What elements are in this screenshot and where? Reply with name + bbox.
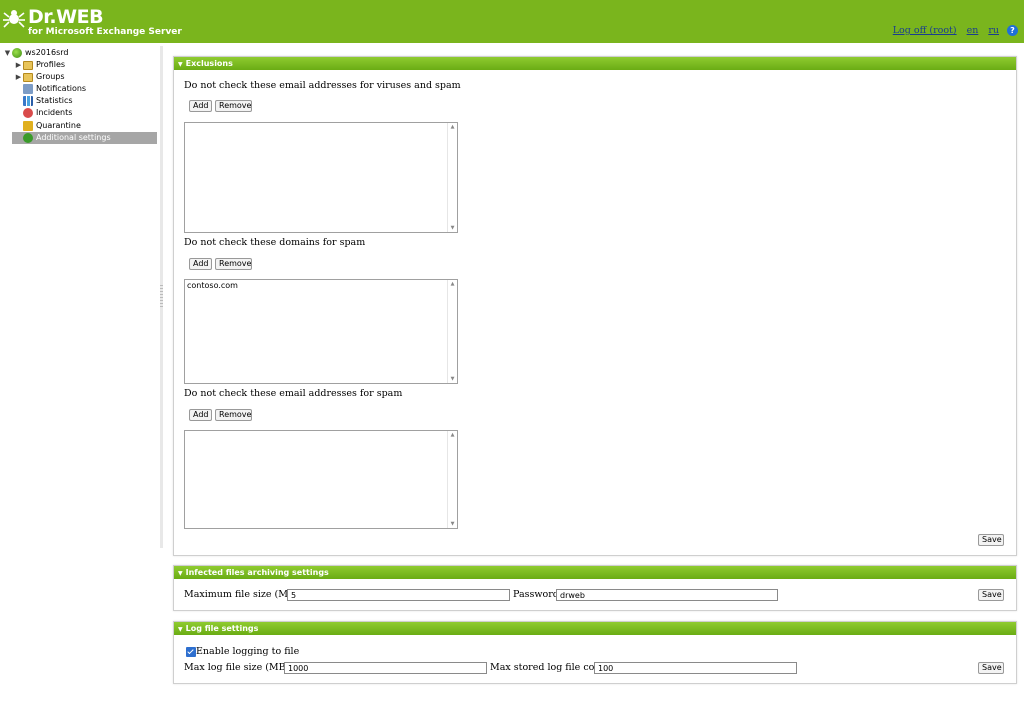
tree-item-additional-settings[interactable]: Additional settings	[12, 132, 157, 144]
save-button[interactable]: Save	[978, 662, 1004, 674]
incidents-icon	[23, 108, 33, 118]
collapse-icon[interactable]: ▼	[178, 626, 183, 633]
scroll-down-icon[interactable]: ▼	[448, 521, 457, 527]
tree-item-label: Groups	[36, 72, 65, 81]
scrollbar[interactable]: ▲ ▼	[447, 431, 457, 528]
tree-item-incidents[interactable]: Incidents	[23, 107, 72, 119]
archiving-panel: ▼ Infected files archiving settings Maxim…	[173, 565, 1017, 611]
scrollbar[interactable]: ▲ ▼	[447, 280, 457, 383]
scroll-up-icon[interactable]: ▲	[448, 432, 457, 438]
domain-exclusion-list[interactable]: contoso.com ▲ ▼	[184, 279, 458, 384]
section-label: Do not check these domains for spam	[184, 237, 366, 248]
app-header: Dr.WEB for Microsoft Exchange Server Log…	[0, 0, 1024, 43]
tree-item-statistics[interactable]: Statistics	[23, 95, 73, 107]
log-file-panel: ▼ Log file settings Enable logging to fil…	[173, 621, 1017, 684]
scrollbar[interactable]: ▲ ▼	[447, 123, 457, 232]
tree-item-label: Statistics	[36, 96, 73, 105]
add-button[interactable]: Add	[189, 409, 212, 421]
remove-button[interactable]: Remove	[215, 100, 252, 112]
list-item[interactable]: contoso.com	[187, 281, 455, 290]
header-links: Log off (root) en ru ?	[883, 25, 1018, 36]
panel-title: Infected files archiving settings	[185, 568, 329, 577]
max-log-count-input[interactable]	[594, 662, 797, 674]
scroll-down-icon[interactable]: ▼	[448, 376, 457, 382]
help-icon[interactable]: ?	[1007, 25, 1018, 36]
scroll-down-icon[interactable]: ▼	[448, 225, 457, 231]
panel-header[interactable]: ▼ Log file settings	[174, 622, 1016, 635]
remove-button[interactable]: Remove	[215, 258, 252, 270]
collapse-icon[interactable]: ▼	[178, 570, 183, 577]
folder-icon	[23, 72, 33, 82]
lang-en-link[interactable]: en	[967, 25, 979, 36]
spider-logo-icon	[3, 10, 25, 28]
tree-item-label: Quarantine	[36, 121, 81, 130]
max-file-size-input[interactable]	[287, 589, 510, 601]
password-label: Password:	[513, 589, 563, 600]
logo-text: Dr.WEB	[28, 6, 104, 28]
tree-item-notifications[interactable]: Notifications	[23, 83, 86, 95]
expand-arrow-icon[interactable]: ▶	[14, 71, 23, 83]
exclusions-panel: ▼ Exclusions Do not check these email add…	[173, 56, 1017, 556]
server-icon	[12, 48, 22, 58]
lang-ru-link[interactable]: ru	[988, 25, 999, 36]
settings-icon	[23, 133, 33, 143]
save-button[interactable]: Save	[978, 534, 1004, 546]
tree-root[interactable]: ▼ ws2016srd	[3, 47, 68, 59]
panel-title: Log file settings	[185, 624, 259, 633]
remove-button[interactable]: Remove	[215, 409, 252, 421]
tree-item-profiles[interactable]: ▶ Profiles	[14, 59, 65, 71]
panel-title: Exclusions	[185, 59, 233, 68]
statistics-icon	[23, 96, 33, 106]
tree-root-label: ws2016srd	[25, 48, 69, 57]
section-label: Do not check these email addresses for s…	[184, 388, 403, 399]
navigation-tree: ▼ ws2016srd ▶ Profiles ▶ Groups Notifica…	[0, 43, 160, 548]
enable-logging-label: Enable logging to file	[196, 646, 300, 657]
folder-icon	[23, 60, 33, 70]
logo-subtitle: for Microsoft Exchange Server	[28, 27, 182, 37]
max-log-size-input[interactable]	[284, 662, 487, 674]
section-label: Do not check these email addresses for v…	[184, 80, 461, 91]
tree-item-quarantine[interactable]: Quarantine	[23, 120, 81, 132]
add-button[interactable]: Add	[189, 100, 212, 112]
collapse-icon[interactable]: ▼	[178, 61, 183, 68]
tree-item-groups[interactable]: ▶ Groups	[14, 71, 65, 83]
tree-item-label: Additional settings	[36, 133, 111, 142]
tree-item-label: Incidents	[36, 108, 73, 117]
panel-header[interactable]: ▼ Exclusions	[174, 57, 1016, 70]
notifications-icon	[23, 84, 33, 94]
password-input[interactable]	[556, 589, 778, 601]
scroll-up-icon[interactable]: ▲	[448, 124, 457, 130]
splitter-grip[interactable]	[160, 285, 163, 307]
save-button[interactable]: Save	[978, 589, 1004, 601]
email-exclusion-list[interactable]: ▲ ▼	[184, 122, 458, 233]
add-button[interactable]: Add	[189, 258, 212, 270]
quarantine-icon	[23, 121, 33, 131]
enable-logging-checkbox[interactable]	[186, 647, 196, 657]
spam-email-exclusion-list[interactable]: ▲ ▼	[184, 430, 458, 529]
scroll-up-icon[interactable]: ▲	[448, 281, 457, 287]
logoff-link[interactable]: Log off (root)	[893, 25, 957, 36]
tree-item-label: Profiles	[36, 60, 66, 69]
tree-item-label: Notifications	[36, 84, 87, 93]
expand-arrow-icon[interactable]: ▶	[14, 59, 23, 71]
max-file-size-label: Maximum file size (MB):	[184, 589, 302, 600]
max-log-size-label: Max log file size (MB):	[184, 662, 293, 673]
panel-header[interactable]: ▼ Infected files archiving settings	[174, 566, 1016, 579]
collapse-arrow-icon[interactable]: ▼	[3, 47, 12, 59]
